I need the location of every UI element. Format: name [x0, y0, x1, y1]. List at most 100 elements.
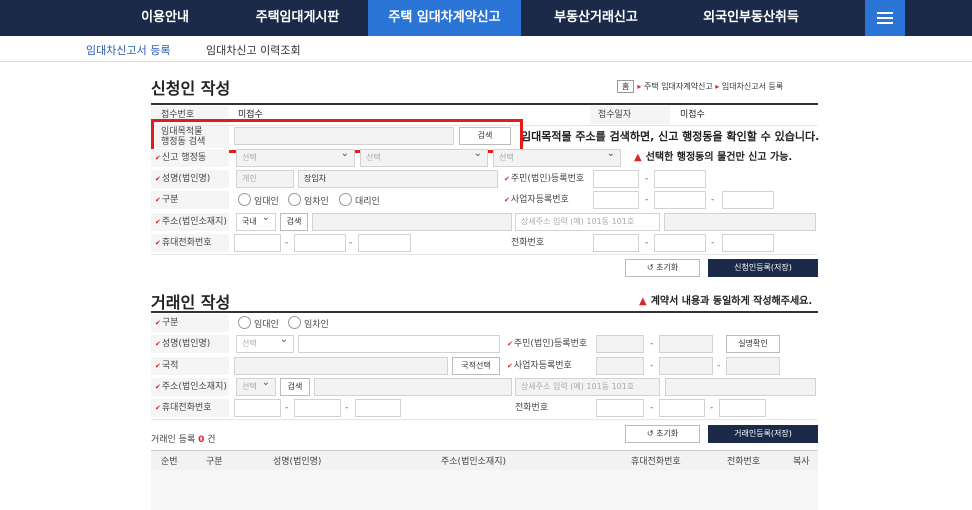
tab-register[interactable]: 임대차신고서 등록 — [86, 42, 170, 58]
biz-no-part3[interactable] — [722, 191, 774, 209]
home-link[interactable]: 홈 — [617, 80, 635, 93]
name-label: 성명(법인명) — [151, 170, 229, 188]
nav-item-foreigner[interactable]: 외국인부동산취득 — [671, 0, 831, 36]
address-search-button[interactable]: 검색 — [280, 213, 308, 231]
cp-phone-label: 전화번호 — [515, 403, 549, 413]
cp-type-label: 구분 — [151, 314, 229, 332]
mobile-part3[interactable] — [358, 234, 411, 252]
cp-nation-input[interactable] — [234, 357, 448, 375]
counterparty-title: 거래인 작성 — [151, 293, 231, 312]
cp-id-front[interactable] — [596, 335, 644, 353]
dash: - — [710, 403, 714, 413]
address-country-select[interactable]: 국내 — [236, 213, 276, 231]
admin-sigungu-select[interactable]: 선택 — [360, 149, 488, 167]
phone-part3[interactable] — [722, 234, 774, 252]
applicant-register-button[interactable]: 신청인등록(저장) — [708, 259, 818, 277]
dash: - — [650, 403, 654, 413]
receipt-date-value: 미접수 — [680, 110, 705, 120]
dash: - — [349, 238, 353, 248]
dash: - — [285, 403, 289, 413]
breadcrumb-path2: 임대차신고서 등록 — [721, 82, 784, 91]
registered-count: 거래인 등록 0 건 — [151, 432, 216, 445]
row-divider — [151, 419, 818, 420]
table-body — [151, 470, 818, 510]
cp-biz-part2[interactable] — [659, 357, 713, 375]
cp-name-input[interactable] — [298, 335, 500, 353]
admin-dong-select[interactable]: 선택 — [493, 149, 621, 167]
dash: - — [650, 339, 654, 349]
sub-nav: 임대차신고서 등록 임대차신고 이력조회 — [0, 36, 972, 62]
col-address: 주소(법인소재지) — [441, 457, 506, 467]
section-divider — [151, 103, 818, 105]
cp-reset-button[interactable]: ↺ 초기화 — [625, 425, 700, 443]
name-type-field[interactable]: 개인 — [236, 170, 294, 188]
dash: - — [650, 361, 654, 371]
cp-mobile-part1[interactable] — [234, 399, 281, 417]
verify-name-button[interactable]: 실명확인 — [726, 335, 780, 353]
nation-select-button[interactable]: 국적선택 — [452, 357, 500, 375]
cp-radio-lessor[interactable]: 임대인 — [238, 316, 279, 330]
applicant-reset-button[interactable]: ↺ 초기화 — [625, 259, 700, 277]
id-front-input[interactable] — [593, 170, 639, 188]
biz-no-part1[interactable] — [593, 191, 639, 209]
cp-mobile-part3[interactable] — [355, 399, 401, 417]
hamburger-icon[interactable] — [865, 0, 905, 36]
id-back-input[interactable] — [654, 170, 706, 188]
cp-phone-part1[interactable] — [596, 399, 644, 417]
cp-address-main[interactable] — [314, 378, 512, 396]
reset-label: 초기화 — [656, 263, 679, 272]
cp-name-select[interactable]: 선택 — [236, 335, 294, 353]
nav-item-rental-report[interactable]: 주택 임대차계약신고 — [368, 0, 521, 36]
biz-no-part2[interactable] — [654, 191, 706, 209]
dash: - — [711, 195, 715, 205]
cp-address-extra[interactable] — [665, 378, 816, 396]
admin-sido-select[interactable]: 선택 — [236, 149, 355, 167]
mobile-part1[interactable] — [234, 234, 281, 252]
col-phone: 전화번호 — [727, 457, 761, 467]
radio-lessor[interactable]: 임대인 — [238, 193, 279, 207]
cp-name-label: 성명(법인명) — [151, 335, 229, 353]
receipt-date-label: 접수일자 — [590, 106, 670, 124]
cp-biz-part1[interactable] — [596, 357, 644, 375]
count-suffix: 건 — [207, 435, 216, 445]
cp-address-select[interactable]: 선택 — [236, 378, 276, 396]
address-main-input[interactable] — [312, 213, 512, 231]
cp-mobile-part2[interactable] — [294, 399, 341, 417]
biz-no-label: 사업자등록번호 — [504, 191, 594, 209]
cp-phone-part2[interactable] — [659, 399, 705, 417]
section-divider — [151, 311, 818, 313]
address-extra-input[interactable] — [664, 213, 816, 231]
tab-history[interactable]: 임대차신고 이력조회 — [206, 42, 301, 58]
radio-agent[interactable]: 대리인 — [339, 193, 380, 207]
count-value: 0 — [198, 435, 205, 445]
radio-lessee[interactable]: 임차인 — [288, 193, 329, 207]
phone-part1[interactable] — [593, 234, 639, 252]
cp-address-search-button[interactable]: 검색 — [280, 378, 310, 396]
row-divider — [151, 254, 818, 255]
count-prefix: 거래인 등록 — [151, 435, 196, 445]
dash: - — [345, 403, 349, 413]
nav-item-board[interactable]: 주택임대게시판 — [230, 0, 365, 36]
breadcrumb: 홈 ▸ 주택 임대자계약신고 ▸ 임대차신고서 등록 — [617, 80, 783, 93]
counterparty-warning: 계약서 내용과 동일하게 작성해주세요. — [639, 295, 812, 309]
phone-part2[interactable] — [654, 234, 706, 252]
rental-search-hint: 임대목적물 주소를 검색하면, 신고 행정동을 확인할 수 있습니다. — [521, 130, 820, 143]
id-label: 주민(법인)등록번호 — [504, 170, 594, 188]
nav-item-guide[interactable]: 이용안내 — [100, 0, 230, 36]
cp-id-back[interactable] — [659, 335, 713, 353]
cp-biz-part3[interactable] — [726, 357, 780, 375]
cp-nation-label: 국적 — [151, 357, 229, 375]
name-field[interactable]: 장임차 — [298, 170, 498, 188]
nav-item-realestate-report[interactable]: 부동산거래신고 — [521, 0, 671, 36]
mobile-part2[interactable] — [294, 234, 346, 252]
top-nav: 이용안내 주택임대게시판 주택 임대차계약신고 부동산거래신고 외국인부동산취득 — [0, 0, 972, 36]
address-detail-input[interactable]: 상세주소 입력 (예) 101동 101호 — [515, 213, 660, 231]
cp-address-detail[interactable]: 상세주소 입력 (예) 101동 101호 — [515, 378, 660, 396]
cp-radio-lessee[interactable]: 임차인 — [288, 316, 329, 330]
dash: - — [645, 195, 649, 205]
col-seq: 순번 — [161, 457, 178, 467]
dash: - — [711, 238, 715, 248]
breadcrumb-path1[interactable]: 주택 임대자계약신고 — [644, 82, 713, 91]
cp-register-button[interactable]: 거래인등록(저장) — [708, 425, 818, 443]
cp-phone-part3[interactable] — [719, 399, 766, 417]
